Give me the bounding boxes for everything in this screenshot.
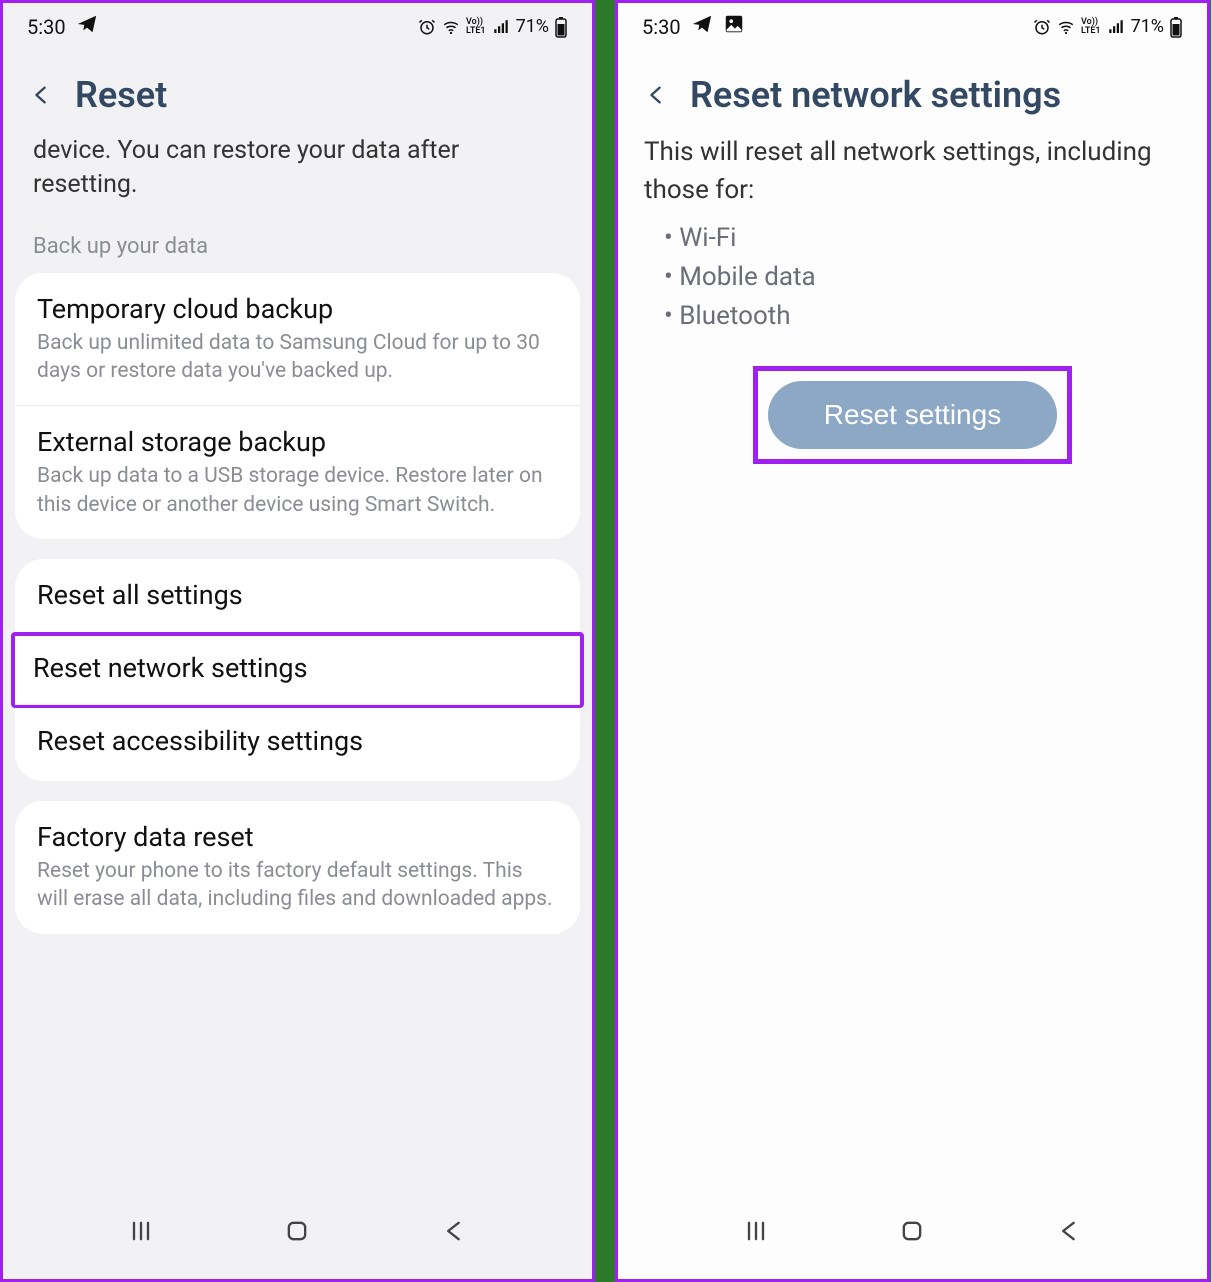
phone-left: 5:30 Vo))LTE1 71% Reset device. You can … — [0, 0, 595, 1282]
item-title: Factory data reset — [37, 821, 558, 853]
factory-data-reset-item[interactable]: Factory data reset Reset your phone to i… — [15, 801, 580, 934]
nav-bar — [618, 1191, 1207, 1279]
volte-icon: Vo))LTE1 — [1081, 18, 1101, 36]
external-storage-backup-item[interactable]: External storage backup Back up data to … — [15, 405, 580, 539]
reset-options-card: Reset all settings Reset network setting… — [15, 559, 580, 781]
home-icon[interactable] — [277, 1211, 317, 1251]
alarm-icon — [418, 18, 436, 36]
status-time: 5:30 — [642, 15, 681, 39]
telegram-icon — [691, 13, 713, 40]
bullet-bluetooth: Bluetooth — [664, 297, 1181, 336]
factory-reset-card: Factory data reset Reset your phone to i… — [15, 801, 580, 934]
status-right: Vo))LTE1 71% — [418, 16, 568, 38]
item-title: Reset network settings — [33, 652, 562, 684]
back-icon[interactable] — [27, 81, 55, 109]
scroll-area[interactable]: device. You can restore your data after … — [3, 134, 592, 1191]
nav-back-icon[interactable] — [434, 1211, 474, 1251]
volte-icon: Vo))LTE1 — [466, 18, 486, 36]
item-subtitle: Back up data to a USB storage device. Re… — [37, 462, 558, 519]
status-bar: 5:30 Vo))LTE1 71% — [3, 3, 592, 46]
reset-settings-button[interactable]: Reset settings — [768, 381, 1057, 449]
signal-icon — [1106, 18, 1126, 36]
status-bar: 5:30 Vo))LTE1 71% — [618, 3, 1207, 46]
item-title: Reset accessibility settings — [37, 725, 558, 757]
highlight-box: Reset settings — [753, 366, 1072, 464]
item-title: Temporary cloud backup — [37, 293, 558, 325]
backup-card: Temporary cloud backup Back up unlimited… — [15, 273, 580, 539]
description-text: device. You can restore your data after … — [15, 134, 580, 210]
item-subtitle: Back up unlimited data to Samsung Cloud … — [37, 329, 558, 386]
bullet-mobile-data: Mobile data — [664, 258, 1181, 297]
status-left: 5:30 — [27, 13, 98, 40]
nav-back-icon[interactable] — [1049, 1211, 1089, 1251]
reset-all-settings-item[interactable]: Reset all settings — [15, 559, 580, 635]
telegram-icon — [76, 13, 98, 40]
wifi-icon — [441, 18, 461, 36]
alarm-icon — [1033, 18, 1051, 36]
wifi-icon — [1056, 18, 1076, 36]
status-left: 5:30 — [642, 13, 745, 40]
home-icon[interactable] — [892, 1211, 932, 1251]
signal-icon — [491, 18, 511, 36]
temporary-cloud-backup-item[interactable]: Temporary cloud backup Back up unlimited… — [15, 273, 580, 406]
battery-icon — [554, 16, 568, 38]
highlight-box: Reset network settings — [11, 632, 584, 708]
status-time: 5:30 — [27, 15, 66, 39]
nav-bar — [3, 1191, 592, 1279]
bullet-wifi: Wi-Fi — [664, 219, 1181, 258]
bullet-list: Wi-Fi Mobile data Bluetooth — [618, 209, 1207, 366]
phone-right: 5:30 Vo))LTE1 71% Reset network settings… — [615, 0, 1210, 1282]
section-label: Back up your data — [15, 210, 580, 273]
recents-icon[interactable] — [736, 1211, 776, 1251]
battery-percent: 71% — [516, 16, 549, 37]
page-title: Reset network settings — [690, 74, 1061, 116]
back-icon[interactable] — [642, 81, 670, 109]
page-header: Reset network settings — [618, 46, 1207, 134]
reset-network-settings-item[interactable]: Reset network settings — [15, 635, 580, 708]
gallery-icon — [723, 13, 745, 40]
item-subtitle: Reset your phone to its factory default … — [37, 857, 558, 914]
page-title: Reset — [75, 74, 167, 116]
recents-icon[interactable] — [121, 1211, 161, 1251]
status-right: Vo))LTE1 71% — [1033, 16, 1183, 38]
battery-icon — [1169, 16, 1183, 38]
page-header: Reset — [3, 46, 592, 134]
battery-percent: 71% — [1131, 16, 1164, 37]
body-text: This will reset all network settings, in… — [618, 134, 1207, 209]
reset-accessibility-settings-item[interactable]: Reset accessibility settings — [15, 704, 580, 781]
button-container: Reset settings — [618, 366, 1207, 464]
item-title: Reset all settings — [37, 579, 558, 611]
item-title: External storage backup — [37, 426, 558, 458]
